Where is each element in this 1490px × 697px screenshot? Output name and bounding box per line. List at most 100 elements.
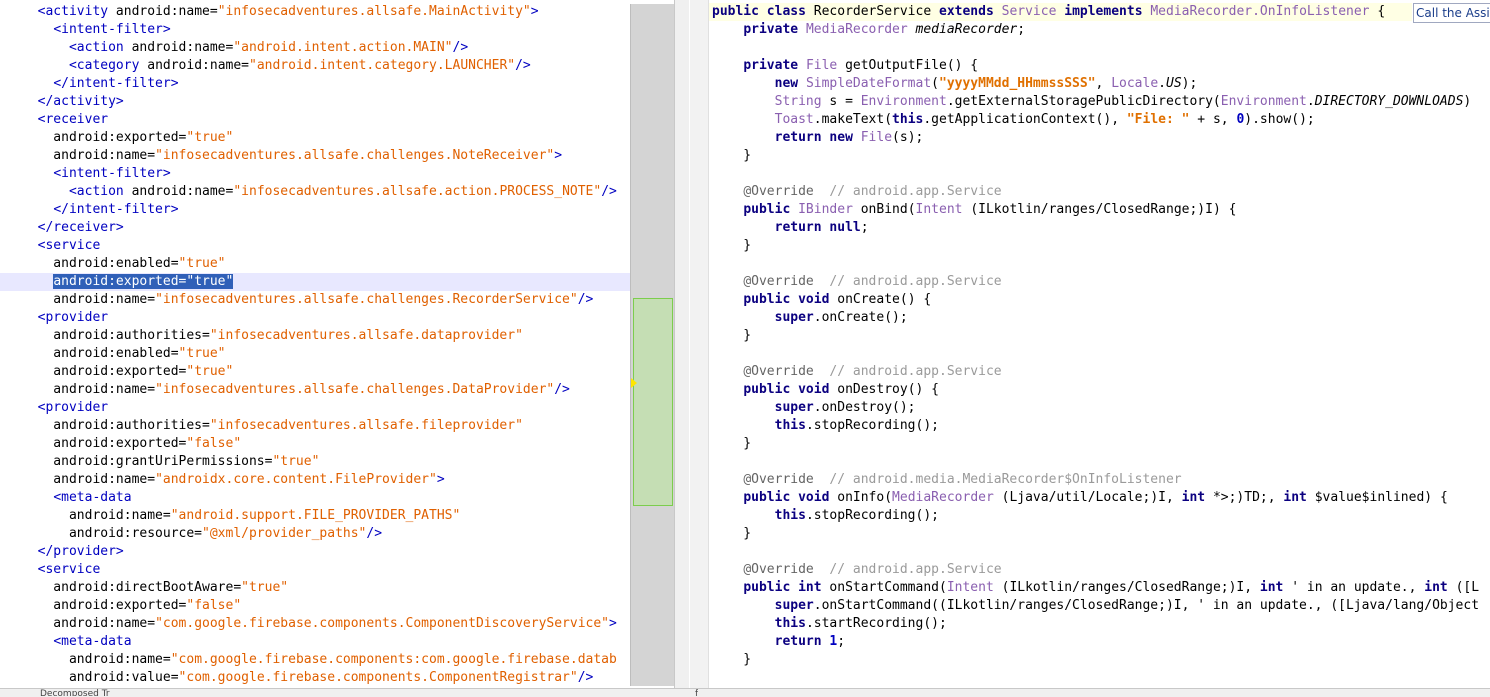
xml-line[interactable]: <action android:name="infosecadventures.…	[0, 183, 617, 201]
xml-line[interactable]: android:enabled="true"	[0, 345, 225, 363]
code-line[interactable]: }	[709, 327, 751, 345]
code-line[interactable]: public class RecorderService extends Ser…	[709, 3, 1412, 21]
xml-line[interactable]: android:exported="true"	[0, 273, 630, 291]
code-line[interactable]: Toast.makeText(this.getApplicationContex…	[709, 111, 1315, 129]
xml-line[interactable]: android:name="infosecadventures.allsafe.…	[0, 291, 593, 309]
xml-line[interactable]: </provider>	[0, 543, 124, 561]
xml-line[interactable]: <activity android:name="infosecadventure…	[0, 3, 539, 21]
xml-line[interactable]: android:name="com.google.firebase.compon…	[0, 615, 617, 633]
xml-line[interactable]: android:name="infosecadventures.allsafe.…	[0, 381, 570, 399]
code-token: @Override	[743, 184, 814, 199]
java-source-editor[interactable]: public class RecorderService extends Ser…	[709, 0, 1490, 688]
code-token: "@xml/provider_paths"	[202, 526, 367, 541]
xml-line[interactable]: android:name="infosecadventures.allsafe.…	[0, 147, 562, 165]
code-token: ).show();	[1244, 112, 1315, 127]
code-line[interactable]: return new File(s);	[709, 129, 924, 147]
xml-line[interactable]: android:exported="true"	[0, 363, 233, 381]
code-line[interactable]: this.stopRecording();	[709, 507, 939, 525]
xml-line[interactable]: android:exported="true"	[0, 129, 233, 147]
xml-line[interactable]: android:value="com.google.firebase.compo…	[0, 669, 593, 687]
code-line[interactable]: super.onStartCommand((ILkotlin/ranges/Cl…	[709, 597, 1479, 615]
code-line[interactable]: }	[709, 525, 751, 543]
code-line[interactable]: public void onInfo(MediaRecorder (Ljava/…	[709, 489, 1447, 507]
xml-line[interactable]: </receiver>	[0, 219, 124, 237]
overview-position-marker	[631, 378, 637, 388]
assist-hint-tooltip[interactable]: Call the Assis	[1413, 3, 1490, 23]
code-line[interactable]: super.onCreate();	[709, 309, 908, 327]
xml-line[interactable]: android:enabled="true"	[0, 255, 225, 273]
code-line[interactable]: @Override // android.app.Service	[709, 273, 1001, 291]
code-token: android:exported=	[22, 364, 187, 379]
xml-line[interactable]: </intent-filter>	[0, 201, 178, 219]
code-line[interactable]: public void onCreate() {	[709, 291, 931, 309]
xml-line[interactable]: android:name="androidx.core.content.File…	[0, 471, 444, 489]
xml-line[interactable]: <provider	[0, 309, 108, 327]
code-line[interactable]: @Override // android.media.MediaRecorder…	[709, 471, 1181, 489]
code-line[interactable]: public int onStartCommand(Intent (ILkotl…	[709, 579, 1479, 597]
xml-line[interactable]: </intent-filter>	[0, 75, 179, 93]
code-line[interactable]: }	[709, 237, 751, 255]
code-token: "true"	[186, 364, 234, 379]
code-token: android:name=	[22, 382, 156, 397]
xml-line[interactable]: <service	[0, 561, 101, 579]
code-line[interactable]: @Override // android.app.Service	[709, 183, 1001, 201]
code-line[interactable]: String s = Environment.getExternalStorag…	[709, 93, 1472, 111]
code-line[interactable]: new SimpleDateFormat("yyyyMMdd_HHmmssSSS…	[709, 75, 1198, 93]
bottom-tab-right[interactable]: f	[695, 689, 698, 696]
xml-line[interactable]: <meta-data	[0, 489, 131, 507]
xml-line[interactable]: android:grantUriPermissions="true"	[0, 453, 319, 471]
xml-line[interactable]: <provider	[0, 399, 108, 417]
code-token: "infosecadventures.allsafe.MainActivity"	[217, 4, 531, 19]
split-divider[interactable]	[674, 0, 689, 688]
code-line[interactable]	[709, 345, 712, 363]
xml-line[interactable]: <service	[0, 237, 101, 255]
code-line[interactable]: }	[709, 651, 751, 669]
code-line[interactable]: private MediaRecorder mediaRecorder;	[709, 21, 1025, 39]
code-line[interactable]: public void onDestroy() {	[709, 381, 939, 399]
overview-viewport-indicator[interactable]	[633, 298, 673, 506]
xml-line[interactable]: <category android:name="android.intent.c…	[0, 57, 531, 75]
xml-line[interactable]: android:exported="false"	[0, 597, 241, 615]
code-line[interactable]: super.onDestroy();	[709, 399, 916, 417]
code-line[interactable]	[709, 39, 712, 57]
code-line[interactable]: return 1;	[709, 633, 845, 651]
xml-line[interactable]: <receiver	[0, 111, 108, 129]
xml-line[interactable]: android:authorities="infosecadventures.a…	[0, 327, 523, 345]
code-token: super	[774, 310, 814, 325]
code-line[interactable]: private File getOutputFile() {	[709, 57, 978, 75]
code-token: </intent-filter>	[53, 76, 179, 91]
code-line[interactable]	[709, 165, 712, 183]
xml-line[interactable]: android:directBootAware="true"	[0, 579, 288, 597]
xml-line[interactable]: android:name="com.google.firebase.compon…	[0, 651, 617, 669]
code-line[interactable]: }	[709, 147, 751, 165]
xml-line[interactable]: </activity>	[0, 93, 124, 111]
code-line[interactable]: this.startRecording();	[709, 615, 947, 633]
xml-line[interactable]: <intent-filter>	[0, 21, 170, 39]
xml-line[interactable]: android:authorities="infosecadventures.a…	[0, 417, 523, 435]
code-line[interactable]: public IBinder onBind(Intent (ILkotlin/r…	[709, 201, 1236, 219]
code-token: <meta-data	[53, 634, 132, 649]
xml-line[interactable]: android:exported="false"	[0, 435, 241, 453]
xml-line[interactable]: android:resource="@xml/provider_paths"/>	[0, 525, 382, 543]
code-token: ([L	[1447, 580, 1480, 595]
code-line[interactable]	[709, 543, 712, 561]
bottom-tab-left[interactable]: Decomposed Tr	[40, 689, 110, 696]
xml-line[interactable]: <intent-filter>	[0, 165, 170, 183]
xml-line[interactable]: <action android:name="android.intent.act…	[0, 39, 468, 57]
xml-line[interactable]: <meta-data	[0, 633, 132, 651]
code-line[interactable]: this.stopRecording();	[709, 417, 939, 435]
code-line[interactable]	[709, 453, 712, 471]
code-line[interactable]: @Override // android.app.Service	[709, 561, 1001, 579]
xml-line[interactable]: android:name="android.support.FILE_PROVI…	[0, 507, 460, 525]
code-line[interactable]	[709, 255, 712, 273]
code-line[interactable]: return null;	[709, 219, 869, 237]
code-line[interactable]: }	[709, 435, 751, 453]
manifest-xml-editor[interactable]: <activity android:name="infosecadventure…	[0, 0, 630, 688]
code-line[interactable]: @Override // android.app.Service	[709, 363, 1001, 381]
code-token: public	[743, 382, 791, 397]
